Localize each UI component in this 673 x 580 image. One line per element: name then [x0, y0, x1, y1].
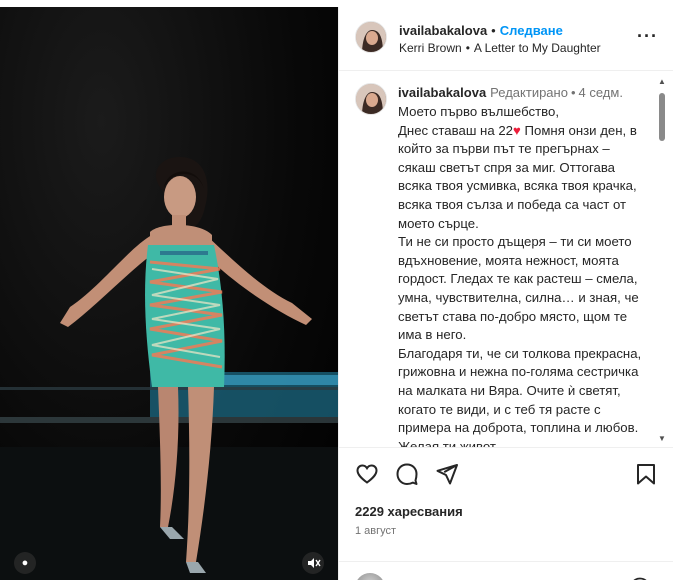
- caption-scrollbar[interactable]: ▲ ▼: [657, 73, 667, 445]
- caption-header: ivailabakalova Редактирано • 4 седм.: [398, 85, 623, 100]
- current-user-avatar: [355, 573, 385, 580]
- photo-illustration: [0, 157, 338, 580]
- instagram-post-modal: ● ivailabakalova • Следване Kerri Brown • A: [0, 0, 673, 580]
- share-icon[interactable]: [435, 462, 459, 486]
- post-side-panel: ivailabakalova • Следване Kerri Brown • A Le…: [338, 7, 673, 580]
- post-header: ivailabakalova • Следване Kerri Brown • A Le…: [339, 7, 673, 71]
- caption-author-avatar[interactable]: [355, 83, 387, 115]
- caption-line: Помня онзи ден, в който за първи път те …: [398, 122, 637, 231]
- caption-section: ivailabakalova Редактирано • 4 седм. Моето …: [339, 71, 673, 447]
- media-indicator-button[interactable]: ●: [14, 552, 36, 574]
- post-date[interactable]: 1 август: [355, 525, 396, 537]
- audio-title: A Letter to My Daughter: [473, 41, 601, 55]
- caption-line: Ти не си просто дъщеря – ти си моето вдъ…: [398, 234, 639, 343]
- author-avatar[interactable]: [355, 21, 387, 53]
- scroll-up-arrow-icon[interactable]: ▲: [658, 77, 666, 86]
- scroll-thumb[interactable]: [659, 93, 665, 141]
- separator-dot: •: [570, 85, 576, 100]
- emoji-icon[interactable]: [628, 576, 652, 580]
- heart-emoji: ♥: [513, 122, 521, 138]
- speaker-muted-icon: [308, 558, 321, 568]
- likes-count[interactable]: 2229 харесвания: [355, 504, 463, 519]
- mute-button[interactable]: [302, 552, 324, 574]
- post-actions: 2229 харесвания 1 август: [339, 447, 673, 580]
- more-icon: ···: [637, 26, 658, 46]
- caption-line: Моето първо вълшебство,: [398, 104, 559, 119]
- caption-line-with-heart: Днес ставаш на 22♥ Помня онзи ден, в кой…: [398, 122, 648, 234]
- caption-username[interactable]: ivailabakalova: [398, 85, 486, 100]
- caption-text: Моето първо вълшебство, Днес ставаш на 2…: [398, 103, 648, 447]
- avatar-image: [356, 84, 386, 114]
- header-title-row: ivailabakalova • Следване: [399, 23, 563, 38]
- follow-button[interactable]: Следване: [500, 23, 563, 38]
- more-options-button[interactable]: ···: [637, 26, 658, 46]
- scroll-down-arrow-icon[interactable]: ▼: [658, 434, 666, 443]
- post-photo[interactable]: ●: [0, 7, 338, 580]
- author-username[interactable]: ivailabakalova: [399, 23, 487, 38]
- post-age[interactable]: 4 седм.: [579, 85, 623, 100]
- caption-line: Днес ставаш на 22: [398, 122, 514, 138]
- audio-artist: Kerri Brown: [399, 41, 462, 55]
- edited-label: Редактирано: [490, 85, 568, 100]
- bookmark-icon[interactable]: [634, 462, 658, 486]
- audio-separator: •: [465, 41, 470, 55]
- caption-line: Благодаря ти, че си толкова прекрасна, г…: [398, 345, 642, 447]
- comment-icon[interactable]: [395, 462, 419, 486]
- heart-icon[interactable]: [355, 462, 379, 486]
- separator-dot: •: [491, 23, 496, 38]
- avatar-image: [356, 22, 386, 52]
- audio-info[interactable]: Kerri Brown • A Letter to My Daughter: [399, 41, 601, 55]
- comment-bar: [339, 561, 673, 580]
